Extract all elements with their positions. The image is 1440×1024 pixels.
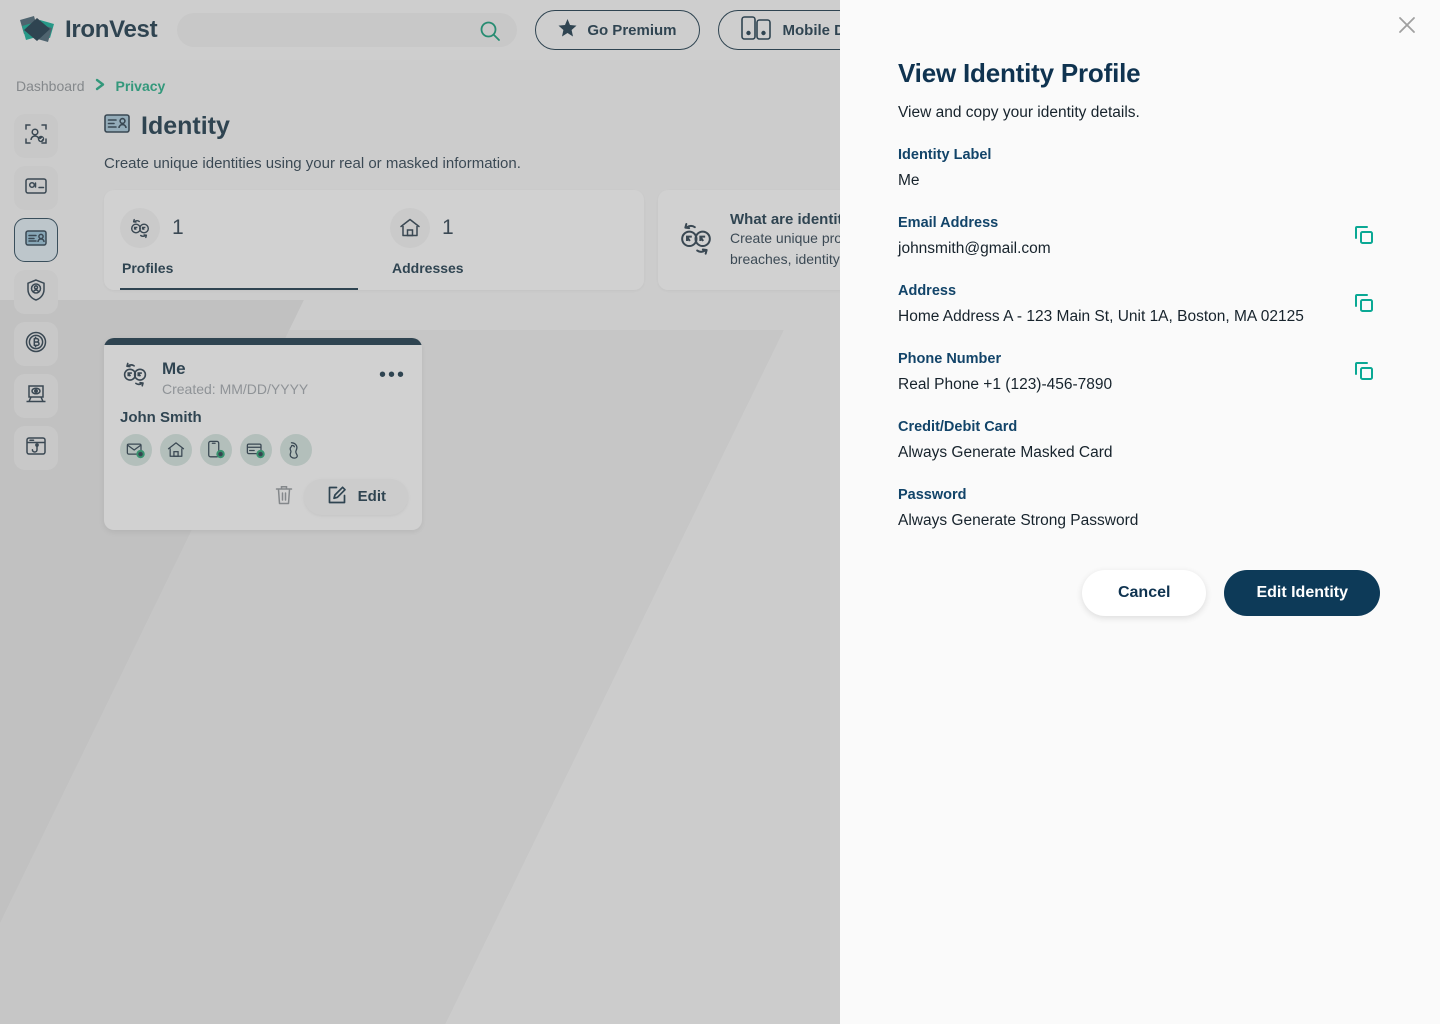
field-label: Credit/Debit Card <box>898 419 1018 435</box>
panel-action-buttons: Cancel Edit Identity <box>898 570 1380 616</box>
copy-icon <box>1352 294 1376 318</box>
copy-icon <box>1352 226 1376 250</box>
field-value: Always Generate Masked Card <box>898 444 1113 461</box>
modal-backdrop[interactable] <box>0 0 840 1024</box>
field-address: Address Home Address A - 123 Main St, Un… <box>898 283 1380 326</box>
field-value: Me <box>898 172 920 189</box>
panel-title: View Identity Profile <box>898 58 1141 88</box>
field-value: Real Phone +1 (123)-456-7890 <box>898 376 1113 393</box>
field-label: Email Address <box>898 215 999 231</box>
app-root: IronVest Go Premium Mobile Devices Dashb… <box>0 0 1440 1024</box>
field-phone-number: Phone Number Real Phone +1 (123)-456-789… <box>898 351 1380 394</box>
copy-icon <box>1352 362 1376 386</box>
close-icon[interactable] <box>1390 8 1424 42</box>
field-value: Always Generate Strong Password <box>898 512 1139 529</box>
field-email-address: Email Address johnsmith@gmail.com <box>898 215 1380 258</box>
edit-identity-button[interactable]: Edit Identity <box>1224 570 1380 616</box>
field-label: Address <box>898 283 957 299</box>
copy-address-button[interactable] <box>1348 287 1380 322</box>
field-value: johnsmith@gmail.com <box>898 240 1051 257</box>
cancel-button[interactable]: Cancel <box>1081 570 1207 616</box>
field-identity-label: Identity Label Me <box>898 147 1380 190</box>
view-identity-profile-panel: View Identity Profile View and copy your… <box>840 0 1440 1024</box>
copy-phone-button[interactable] <box>1348 355 1380 390</box>
field-label: Phone Number <box>898 351 1002 367</box>
field-label: Identity Label <box>898 147 992 163</box>
field-label: Password <box>898 487 967 503</box>
panel-subtitle: View and copy your identity details. <box>898 104 1140 121</box>
field-password: Password Always Generate Strong Password <box>898 487 1380 530</box>
field-value: Home Address A - 123 Main St, Unit 1A, B… <box>898 308 1304 325</box>
copy-email-button[interactable] <box>1348 219 1380 254</box>
field-credit-debit-card: Credit/Debit Card Always Generate Masked… <box>898 419 1380 462</box>
